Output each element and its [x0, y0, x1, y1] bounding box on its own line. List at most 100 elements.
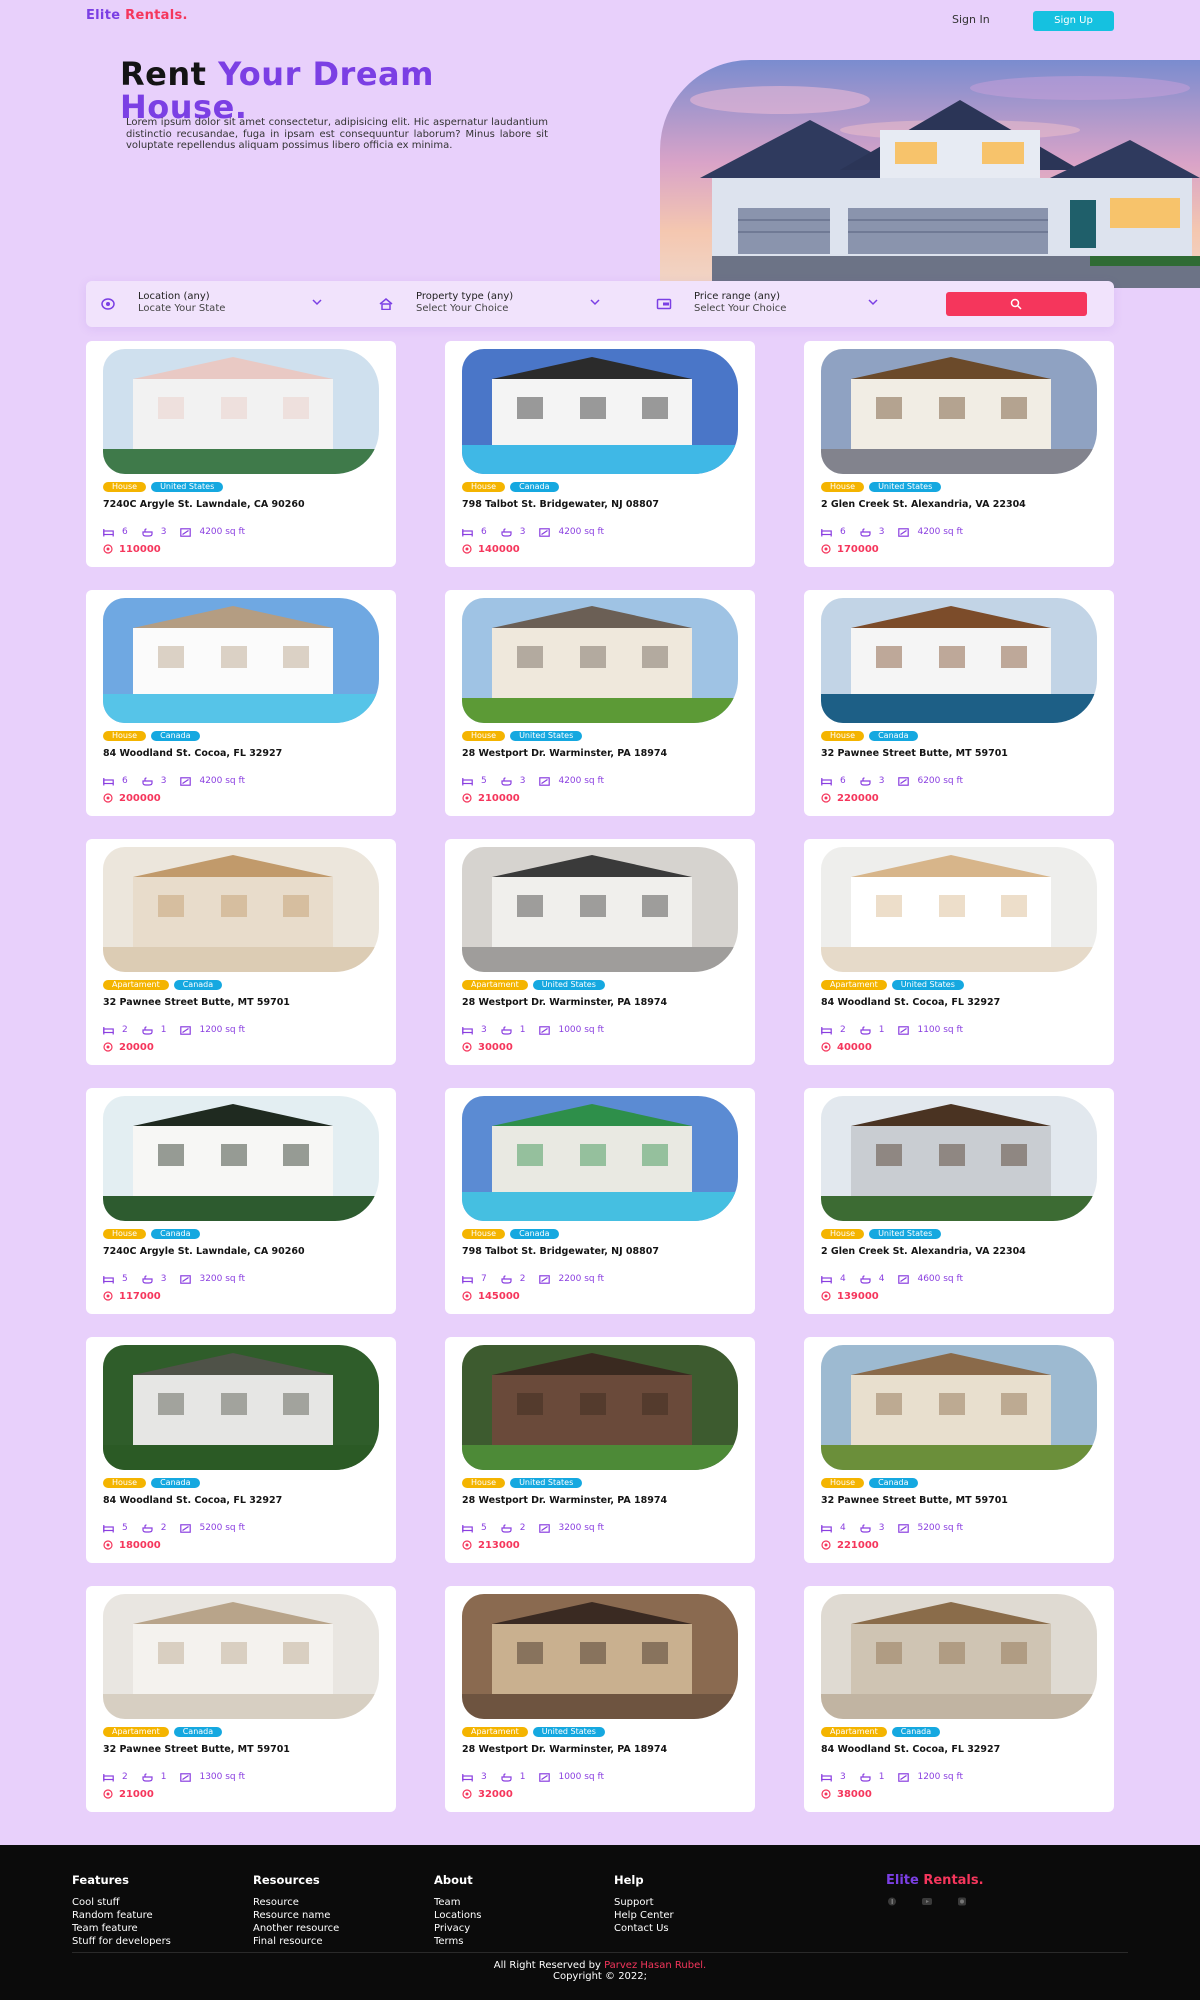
bathrooms-count: 3: [878, 1523, 885, 1533]
listing-photo[interactable]: [821, 1594, 1097, 1719]
property-type-badge: Apartament: [462, 980, 528, 990]
footer-link[interactable]: Locations: [434, 1909, 482, 1922]
listing-photo[interactable]: [103, 1345, 379, 1470]
listing-card[interactable]: Apartament United States 28 Westport Dr. W…: [445, 1586, 755, 1812]
logo-text-part1: Elite: [86, 8, 121, 23]
listing-card[interactable]: House Canada 798 Talbot St. Bridgewater, N…: [445, 1088, 755, 1314]
instagram-icon[interactable]: [956, 1897, 968, 1906]
youtube-icon[interactable]: [921, 1897, 933, 1906]
listing-card[interactable]: Apartament Canada 84 Woodland St. Cocoa, F…: [804, 1586, 1114, 1812]
bathrooms: 1: [142, 1771, 167, 1783]
listing-photo[interactable]: [462, 847, 738, 972]
bedrooms: 3: [462, 1771, 487, 1783]
footer-link[interactable]: Support: [614, 1896, 674, 1909]
country-badge: United States: [510, 731, 583, 741]
brand-logo[interactable]: Elite Rentals.: [86, 8, 188, 23]
listing-card[interactable]: House United States 28 Westport Dr. Warmin…: [445, 590, 755, 816]
listing-card[interactable]: House Canada 32 Pawnee Street Butte, MT 59…: [804, 1337, 1114, 1563]
floor-area: 1000 sq ft: [539, 1024, 604, 1036]
footer-link[interactable]: Resource: [253, 1896, 339, 1909]
listing-card[interactable]: House Canada 798 Talbot St. Bridgewater, N…: [445, 341, 755, 567]
listing-price: 38000: [821, 1788, 872, 1800]
sign-up-button[interactable]: Sign Up: [1033, 11, 1114, 31]
chevron-down-icon: [312, 299, 322, 306]
listing-photo[interactable]: [103, 349, 379, 474]
footer-link[interactable]: Contact Us: [614, 1922, 674, 1935]
floor-area: 4200 sq ft: [898, 526, 963, 538]
footer-link[interactable]: Terms: [434, 1935, 482, 1948]
listing-address: 28 Westport Dr. Warminster, PA 18974: [462, 1744, 668, 1755]
listing-card[interactable]: Apartament Canada 32 Pawnee Street Butte, …: [86, 1586, 396, 1812]
listing-photo[interactable]: [462, 1594, 738, 1719]
listing-photo[interactable]: [821, 1096, 1097, 1221]
listing-tags: Apartament United States: [462, 1727, 605, 1737]
author-link[interactable]: Parvez Hasan Rubel.: [604, 1960, 706, 1971]
footer-link[interactable]: Resource name: [253, 1909, 339, 1922]
listing-tags: House Canada: [103, 1229, 200, 1239]
listing-price: 139000: [821, 1290, 879, 1302]
listing-photo[interactable]: [462, 1096, 738, 1221]
listing-photo[interactable]: [462, 598, 738, 723]
listing-photo[interactable]: [821, 598, 1097, 723]
price-icon: [462, 544, 472, 554]
listing-card[interactable]: House United States 2 Glen Creek St. Alexa…: [804, 1088, 1114, 1314]
footer-divider: [72, 1952, 1128, 1953]
listing-photo[interactable]: [103, 847, 379, 972]
listing-card[interactable]: Apartament United States 28 Westport Dr. W…: [445, 839, 755, 1065]
bathrooms: 3: [501, 775, 525, 787]
footer-link[interactable]: Random feature: [72, 1909, 171, 1922]
footer-link[interactable]: Privacy: [434, 1922, 482, 1935]
floor-area-value: 3200 sq ft: [558, 1523, 605, 1533]
location-select[interactable]: Location (any) Locate Your State: [86, 289, 338, 319]
listing-photo[interactable]: [103, 1096, 379, 1221]
price-value: 221000: [837, 1539, 879, 1551]
footer-link[interactable]: Stuff for developers: [72, 1935, 171, 1948]
facebook-icon[interactable]: [886, 1897, 898, 1906]
listing-card[interactable]: Apartament United States 84 Woodland St. C…: [804, 839, 1114, 1065]
bathrooms: 3: [501, 526, 525, 538]
footer-link[interactable]: Team: [434, 1896, 482, 1909]
listing-card[interactable]: House Canada 7240C Argyle St. Lawndale, CA…: [86, 1088, 396, 1314]
listing-photo[interactable]: [462, 349, 738, 474]
bath-icon: [860, 776, 871, 786]
listing-photo[interactable]: [821, 1345, 1097, 1470]
bedrooms-count: 6: [840, 527, 846, 537]
bathrooms-count: 2: [160, 1523, 167, 1533]
bed-icon: [821, 1275, 832, 1283]
footer-link[interactable]: Another resource: [253, 1922, 339, 1935]
sign-in-link[interactable]: Sign In: [952, 13, 990, 26]
listing-photo[interactable]: [821, 847, 1097, 972]
footer-link[interactable]: Team feature: [72, 1922, 171, 1935]
listing-photo[interactable]: [462, 1345, 738, 1470]
footer-link[interactable]: Cool stuff: [72, 1896, 171, 1909]
price-value: 20000: [119, 1041, 154, 1053]
floor-area-value: 2200 sq ft: [558, 1274, 605, 1284]
search-button[interactable]: [946, 292, 1087, 316]
price-range-label: Price range (any): [694, 291, 781, 302]
area-icon: [898, 1772, 910, 1782]
bedrooms: 7: [462, 1273, 487, 1285]
footer-link[interactable]: Final resource: [253, 1935, 339, 1948]
listing-card[interactable]: House Canada 84 Woodland St. Cocoa, FL 329…: [86, 590, 396, 816]
listing-photo[interactable]: [103, 598, 379, 723]
price-value: 220000: [837, 792, 879, 804]
property-type-select[interactable]: Property type (any) Select Your Choice: [364, 289, 616, 319]
bedrooms: 6: [462, 526, 487, 538]
bathrooms-count: 1: [160, 1772, 167, 1782]
listing-address: 32 Pawnee Street Butte, MT 59701: [821, 748, 1008, 759]
listing-photo[interactable]: [103, 1594, 379, 1719]
listing-card[interactable]: House United States 2 Glen Creek St. Alexa…: [804, 341, 1114, 567]
price-icon: [103, 1540, 113, 1550]
property-type-badge: Apartament: [103, 1727, 169, 1737]
listing-card[interactable]: House United States 28 Westport Dr. Warmin…: [445, 1337, 755, 1563]
bathrooms: 2: [501, 1522, 525, 1534]
listing-card[interactable]: House Canada 32 Pawnee Street Butte, MT 59…: [804, 590, 1114, 816]
footer-column-title: About: [434, 1873, 473, 1887]
footer-link[interactable]: Help Center: [614, 1909, 674, 1922]
price-range-select[interactable]: Price range (any) Select Your Choice: [642, 289, 894, 319]
listing-card[interactable]: House United States 7240C Argyle St. Lawnd…: [86, 341, 396, 567]
listing-card[interactable]: House Canada 84 Woodland St. Cocoa, FL 329…: [86, 1337, 396, 1563]
listing-card[interactable]: Apartament Canada 32 Pawnee Street Butte, …: [86, 839, 396, 1065]
listing-photo[interactable]: [821, 349, 1097, 474]
footer-logo[interactable]: Elite Rentals.: [886, 1873, 984, 1888]
